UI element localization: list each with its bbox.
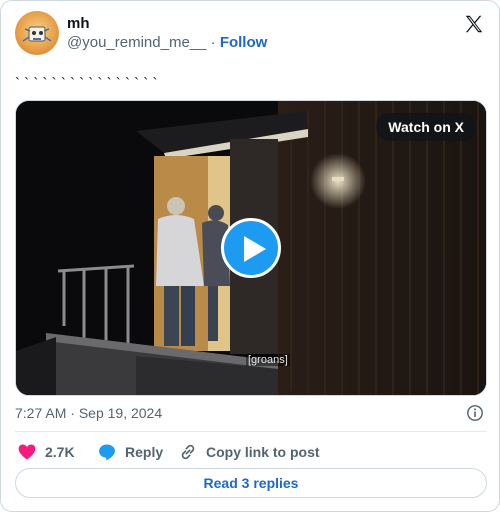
divider (15, 431, 487, 432)
heart-icon (18, 444, 36, 460)
timestamp-separator: · (70, 405, 75, 421)
link-icon (181, 444, 195, 460)
separator-dot: · (210, 34, 216, 51)
embedded-post-card: mh @you_remind_me__ · Follow ` ` ` ` ` `… (0, 0, 500, 512)
post-time: 7:27 AM (15, 405, 67, 421)
like-count: 2.7K (45, 444, 75, 460)
info-icon[interactable] (466, 404, 484, 422)
copy-link-button[interactable]: Copy link to post (178, 439, 320, 465)
post-text: ` ` ` ` ` ` ` ` ` ` ` ` ` ` ` ` (15, 75, 158, 92)
author-handle-row: @you_remind_me__ · Follow (67, 34, 267, 51)
copy-link-label: Copy link to post (206, 444, 320, 460)
follow-button[interactable]: Follow (220, 34, 268, 51)
play-button[interactable] (221, 218, 281, 278)
reply-label: Reply (125, 444, 164, 460)
reply-bubble-icon (99, 444, 115, 461)
video-caption: [groans] (246, 354, 290, 366)
x-logo-icon[interactable] (463, 13, 485, 35)
author-name[interactable]: mh (67, 15, 90, 32)
author-handle[interactable]: @you_remind_me__ (67, 34, 206, 51)
like-button[interactable]: 2.7K (17, 439, 75, 465)
avatar[interactable] (15, 11, 59, 55)
reply-button[interactable]: Reply (97, 439, 163, 465)
read-replies-button[interactable]: Read 3 replies (15, 468, 487, 498)
watch-on-x-button[interactable]: Watch on X (376, 113, 476, 141)
post-timestamp[interactable]: 7:27 AM · Sep 19, 2024 (15, 405, 162, 421)
action-bar: 2.7K Reply Copy link to post (15, 439, 487, 465)
play-icon (244, 236, 266, 262)
video-player[interactable]: Watch on X [groans] (15, 100, 487, 396)
post-header: mh @you_remind_me__ · Follow (15, 11, 487, 59)
post-date: Sep 19, 2024 (78, 405, 163, 421)
